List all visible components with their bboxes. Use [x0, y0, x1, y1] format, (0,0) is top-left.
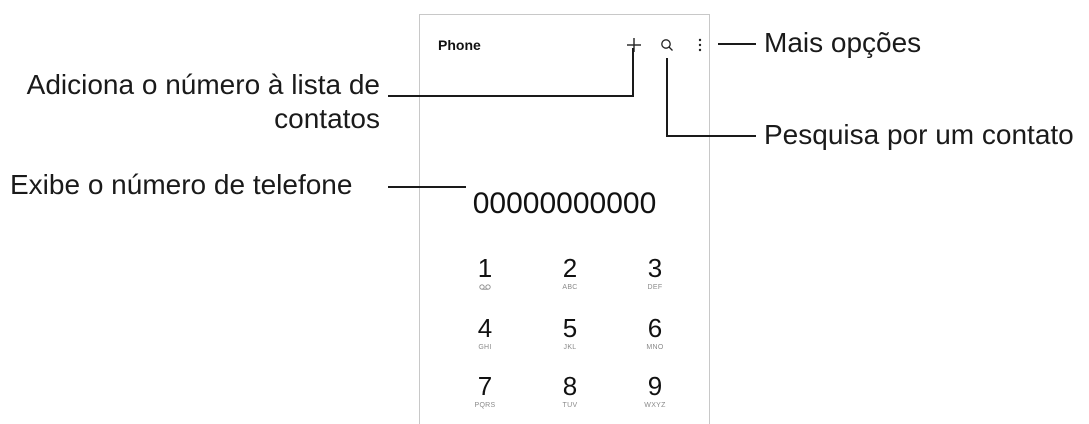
app-title: Phone: [438, 37, 481, 53]
key-digit: 4: [477, 313, 493, 343]
key-digit: 6: [647, 313, 663, 343]
key-letters: GHI: [478, 344, 492, 351]
key-letters: ABC: [562, 284, 578, 291]
callout-line-add-vertical: [632, 48, 634, 96]
key-digit: 7: [477, 371, 493, 401]
callout-line-more: [718, 43, 756, 45]
more-options-icon[interactable]: [697, 38, 703, 52]
key-letters: MNO: [646, 344, 664, 351]
key-7[interactable]: 7 PQRS: [455, 373, 515, 410]
key-letters: DEF: [647, 284, 663, 291]
callout-line-display: [388, 186, 466, 188]
key-3[interactable]: 3 DEF: [625, 255, 685, 292]
key-2[interactable]: 2 ABC: [540, 255, 600, 292]
key-letters: TUV: [562, 402, 578, 409]
callout-more-label: Mais opções: [764, 27, 922, 58]
key-letters: WXYZ: [644, 402, 666, 409]
callout-display-label: Exibe o número de telefone: [10, 169, 353, 200]
key-6[interactable]: 6 MNO: [625, 315, 685, 352]
key-9[interactable]: 9 WXYZ: [625, 373, 685, 410]
search-icon[interactable]: [660, 38, 674, 52]
key-5[interactable]: 5 JKL: [540, 315, 600, 352]
key-digit: 1: [477, 253, 493, 283]
key-letters: JKL: [563, 344, 577, 351]
key-digit: 9: [647, 371, 663, 401]
key-digit: 8: [562, 371, 578, 401]
phone-number-display: 00000000000: [472, 187, 657, 220]
key-digit: 3: [647, 253, 663, 283]
key-letters: PQRS: [474, 402, 496, 409]
key-8[interactable]: 8 TUV: [540, 373, 600, 410]
callout-add-line2: contatos: [274, 103, 380, 134]
callout-add-line1: Adiciona o número à lista de: [26, 69, 380, 100]
key-1[interactable]: 1: [455, 255, 515, 293]
callout-line-add-horizontal: [388, 95, 634, 97]
key-4[interactable]: 4 GHI: [455, 315, 515, 352]
voicemail-icon: [455, 284, 515, 293]
key-digit: 2: [562, 253, 578, 283]
key-digit: 5: [562, 313, 578, 343]
callout-line-search-horizontal: [666, 135, 756, 137]
callout-add-label: Adiciona o número à lista de contatos: [8, 68, 380, 136]
callout-search-label: Pesquisa por um contato: [764, 119, 1074, 150]
add-icon[interactable]: [626, 37, 642, 53]
callout-line-search-vertical: [666, 58, 668, 136]
